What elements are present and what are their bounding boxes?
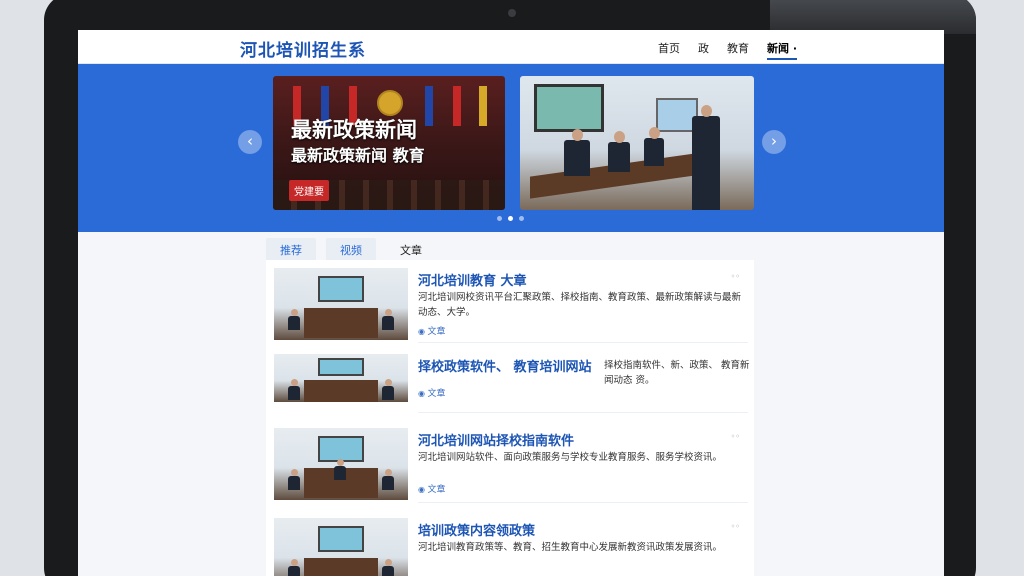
flag-icon — [479, 86, 487, 126]
list-item[interactable]: 培训政策内容领政策 ◦◦ 河北培训教育政策等、教育、招生教育中心发展新教资讯政策… — [274, 518, 748, 576]
person-figure — [288, 559, 300, 576]
article-thumbnail — [274, 268, 408, 340]
hero-carousel: 最新政策新闻 最新政策新闻 教育 党建要 ‹ › — [78, 64, 944, 232]
person-figure — [692, 105, 720, 210]
tab-articles[interactable]: 文章 — [386, 238, 436, 262]
person-figure — [644, 127, 664, 166]
carousel-dot-active[interactable] — [508, 216, 513, 221]
divider — [418, 502, 748, 503]
carousel-slide-policy[interactable]: 最新政策新闻 最新政策新闻 教育 党建要 — [273, 76, 505, 210]
meeting-table — [304, 308, 378, 338]
article-title[interactable]: 河北培训教育 大章 — [418, 270, 527, 289]
flag-icon — [425, 86, 433, 126]
list-item[interactable]: 河北培训网站择校指南软件 ◦◦ 河北培训网站软件、面向政策服务与学校专业教育服务… — [274, 428, 748, 504]
list-item[interactable]: 河北培训教育 大章 ◦◦ 河北培训网校资讯平台汇聚政策、择校指南、教育政策、最新… — [274, 268, 748, 344]
person-figure — [334, 459, 346, 480]
presentation-screen — [534, 84, 604, 132]
browser-screen: 河北培训招生系 首页 政 教育 新闻 · 最新政策新闻 最新政策新闻 教育 党建… — [78, 30, 944, 576]
article-title[interactable]: 择校政策软件、 教育培训网站 — [418, 356, 592, 375]
slide-tag: 党建要 — [289, 180, 329, 201]
article-meta: ◦◦ — [730, 522, 740, 531]
article-title[interactable]: 培训政策内容领政策 — [418, 520, 535, 539]
slide-subheadline: 最新政策新闻 教育 — [291, 146, 425, 165]
article-thumbnail — [274, 354, 408, 402]
article-tag: 文章 — [418, 482, 446, 495]
nav-item-news[interactable]: 新闻 · — [767, 40, 798, 60]
carousel-dot[interactable] — [497, 216, 502, 221]
presentation-screen — [318, 276, 364, 302]
nav-item-policy[interactable]: 政 — [698, 40, 709, 60]
carousel-dot[interactable] — [519, 216, 524, 221]
person-figure — [382, 559, 394, 576]
camera-icon — [508, 9, 516, 17]
carousel-prev-button[interactable]: ‹ — [238, 130, 262, 154]
article-tag: 文章 — [418, 386, 446, 399]
article-summary: 河北培训网校资讯平台汇聚政策、择校指南、教育政策、最新政策解读与最新动态、大学。 — [418, 292, 742, 318]
meeting-table — [304, 380, 378, 402]
carousel-dots — [497, 216, 524, 221]
divider — [418, 412, 748, 413]
site-logo[interactable]: 河北培训招生系 — [240, 36, 366, 61]
article-thumbnail — [274, 518, 408, 576]
person-figure — [288, 379, 300, 400]
slide-headline: 最新政策新闻 — [291, 118, 417, 142]
nav-item-home[interactable]: 首页 — [658, 40, 680, 60]
nav-item-education[interactable]: 教育 — [727, 40, 749, 60]
article-meta: ◦◦ — [730, 272, 740, 281]
tab-video[interactable]: 视频 — [326, 238, 376, 262]
presentation-screen — [318, 358, 364, 376]
list-item[interactable]: 择校政策软件、 教育培训网站 择校指南软件、新、政策、 教育新闻动态 资。 文章 — [274, 354, 750, 414]
meeting-table — [304, 558, 378, 576]
person-figure — [608, 131, 630, 172]
person-figure — [382, 309, 394, 330]
site-header: 河北培训招生系 首页 政 教育 新闻 · — [78, 30, 944, 64]
emblem-icon — [377, 90, 403, 116]
person-figure — [382, 379, 394, 400]
person-figure — [288, 469, 300, 490]
content-tabs: 推荐 视频 文章 — [266, 238, 436, 262]
person-figure — [288, 309, 300, 330]
presentation-screen — [318, 526, 364, 552]
article-tag: 文章 — [418, 324, 446, 337]
article-summary: 择校指南软件、新、政策、 教育新闻动态 资。 — [604, 360, 750, 386]
divider — [418, 342, 748, 343]
article-meta: ◦◦ — [730, 432, 740, 441]
person-figure — [382, 469, 394, 490]
carousel-next-button[interactable]: › — [762, 130, 786, 154]
person-figure — [564, 129, 590, 176]
tab-recommended[interactable]: 推荐 — [266, 238, 316, 262]
article-summary: 河北培训教育政策等、教育、招生教育中心发展新教资讯政策发展资讯。 — [418, 542, 723, 553]
article-title[interactable]: 河北培训网站择校指南软件 — [418, 430, 574, 449]
article-thumbnail — [274, 428, 408, 500]
article-summary: 河北培训网站软件、面向政策服务与学校专业教育服务、服务学校资讯。 — [418, 452, 723, 463]
main-nav: 首页 政 教育 新闻 · — [658, 40, 815, 60]
carousel-slide-meeting[interactable] — [520, 76, 754, 210]
flag-icon — [453, 86, 461, 126]
bezel-reflection — [770, 0, 976, 34]
article-list: 河北培训教育 大章 ◦◦ 河北培训网校资讯平台汇聚政策、择校指南、教育政策、最新… — [266, 260, 754, 576]
